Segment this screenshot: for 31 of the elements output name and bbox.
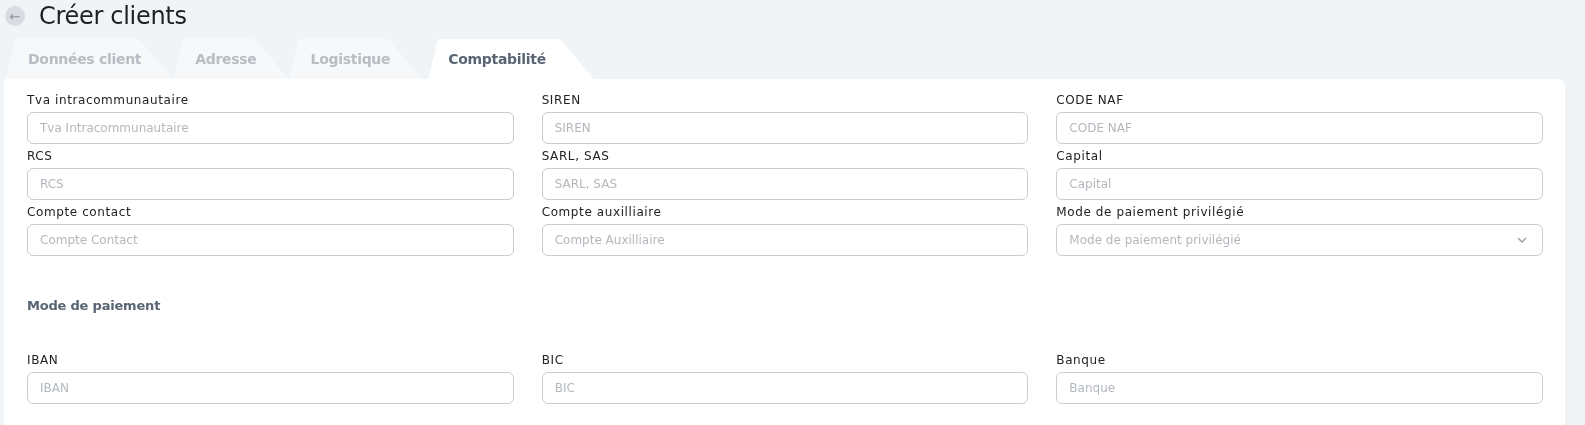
- field-label: BIC: [541, 353, 565, 368]
- input-field[interactable]: Capital: [1056, 168, 1543, 200]
- input-field[interactable]: Compte Contact: [27, 224, 514, 256]
- input-field[interactable]: SIREN: [541, 112, 1029, 144]
- input-field[interactable]: RCS: [27, 168, 514, 200]
- input-field[interactable]: IBAN: [27, 372, 514, 404]
- field-label: Banque: [1056, 353, 1107, 368]
- page-title: Créer clients: [39, 2, 187, 30]
- tab[interactable]: Logistique: [288, 39, 423, 79]
- field-label: Capital: [1056, 149, 1104, 164]
- tab[interactable]: Données client: [6, 39, 174, 79]
- field-label: Compte contact: [27, 205, 133, 220]
- tab[interactable]: Adresse: [173, 39, 289, 79]
- field-label: CODE NAF: [1056, 93, 1125, 108]
- input-field[interactable]: Banque: [1056, 372, 1543, 404]
- input-field[interactable]: CODE NAF: [1056, 112, 1543, 144]
- section-title: Mode de paiement: [27, 298, 162, 313]
- input-field[interactable]: Tva Intracommunautaire: [27, 112, 514, 144]
- input-field[interactable]: BIC: [541, 372, 1029, 404]
- back-button[interactable]: ←: [5, 6, 25, 26]
- field-label: Compte auxilliaire: [541, 205, 663, 220]
- field-label: SIREN: [541, 93, 582, 108]
- input-field[interactable]: Compte Auxilliaire: [541, 224, 1029, 256]
- select-field[interactable]: Mode de paiement privilégié: [1056, 224, 1543, 256]
- field-label: Mode de paiement privilégié: [1056, 205, 1246, 220]
- field-label: SARL, SAS: [541, 149, 611, 164]
- input-field[interactable]: SARL, SAS: [541, 168, 1029, 200]
- tab[interactable]: Comptabilité: [428, 39, 594, 79]
- field-label: Tva intracommunautaire: [27, 93, 190, 108]
- field-label: IBAN: [27, 353, 60, 368]
- field-label: RCS: [27, 149, 54, 164]
